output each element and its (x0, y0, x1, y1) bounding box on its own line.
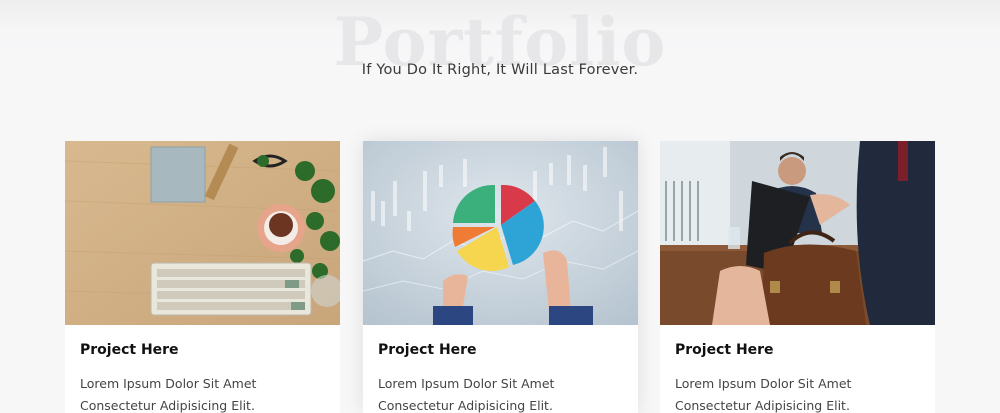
desk-workspace-photo (65, 141, 340, 325)
card-description-line: Lorem Ipsum Dolor Sit Amet (675, 376, 852, 391)
card-description: Lorem Ipsum Dolor Sit Amet Consectetur A… (80, 373, 330, 413)
card-description: Lorem Ipsum Dolor Sit Amet Consectetur A… (378, 373, 628, 413)
card-description-line: Consectetur Adipisicing Elit. (80, 398, 255, 413)
pie-chart-finance-photo (363, 141, 638, 325)
section-subtitle: If You Do It Right, It Will Last Forever… (361, 62, 639, 78)
pie-chart-finance-image[interactable] (363, 141, 638, 325)
card-description-line: Consectetur Adipisicing Elit. (378, 398, 553, 413)
card-description: Lorem Ipsum Dolor Sit Amet Consectetur A… (675, 373, 925, 413)
portfolio-card[interactable]: Project Here Lorem Ipsum Dolor Sit Amet … (660, 141, 935, 413)
portfolio-card[interactable]: Project Here Lorem Ipsum Dolor Sit Amet … (363, 141, 638, 413)
portfolio-grid: Project Here Lorem Ipsum Dolor Sit Amet … (65, 141, 935, 413)
card-description-line: Consectetur Adipisicing Elit. (675, 398, 850, 413)
business-meeting-image[interactable] (660, 141, 935, 325)
card-title[interactable]: Project Here (675, 342, 774, 358)
card-title[interactable]: Project Here (80, 342, 179, 358)
card-description-line: Lorem Ipsum Dolor Sit Amet (80, 376, 257, 391)
portfolio-card[interactable]: Project Here Lorem Ipsum Dolor Sit Amet … (65, 141, 340, 413)
business-meeting-briefcase-photo (660, 141, 935, 325)
card-title[interactable]: Project Here (378, 342, 477, 358)
card-description-line: Lorem Ipsum Dolor Sit Amet (378, 376, 555, 391)
portfolio-section: Portfolio If You Do It Right, It Will La… (0, 0, 1000, 413)
desk-workspace-image[interactable] (65, 141, 340, 325)
